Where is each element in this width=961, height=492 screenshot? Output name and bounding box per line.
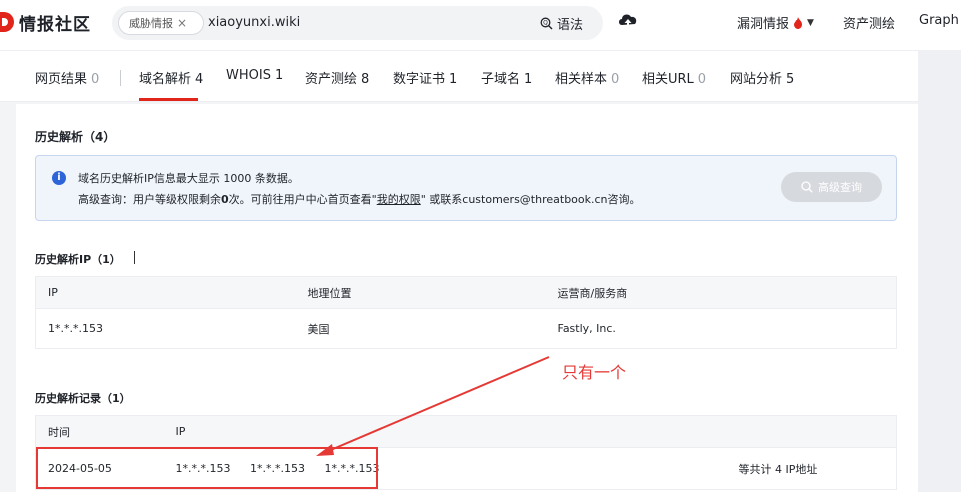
search-scope-label: 威胁情报 [129,17,173,30]
logo-icon [0,12,14,32]
notice-line-1: 域名历史解析IP信息最大显示 1000 条数据。 [78,172,299,185]
cell-total[interactable]: 等共计 4 IP地址 [726,447,897,490]
search-input[interactable]: xiaoyunxi.wiki [208,15,300,30]
col-total [726,415,897,448]
section-title: 历史解析（4） [35,130,116,144]
tab-site-analysis[interactable]: 网站分析 5 [730,68,794,87]
nav-graph[interactable]: Graph [919,13,959,28]
table-header-row: IP 地理位置 运营商/服务商 [35,276,897,309]
search-icon [801,181,813,193]
search-bar[interactable]: 威胁情报 × xiaoyunxi.wiki Q 语法 [112,6,603,40]
logo[interactable]: 情报社区 [0,10,91,35]
right-gutter [918,50,961,492]
tab-label: WHOIS [226,68,271,83]
tab-label: 资产测绘 [305,72,358,87]
notice-text: 高级查询：用户等级权限剩余 [78,193,221,206]
history-ip-table: IP 地理位置 运营商/服务商 1*.*.*.153 美国 Fastly, In… [35,276,897,349]
notice-line-2: 高级查询：用户等级权限剩余0次。可前往用户中心首页查看"我的权限" 或联系cus… [78,191,641,207]
tab-count: 0 [697,72,707,87]
chevron-down-icon: ▼ [807,17,814,28]
col-time: 时间 [35,415,164,448]
text-cursor [134,251,135,264]
syntax-button[interactable]: Q 语法 [540,14,583,33]
search-syntax-icon: Q [540,17,553,30]
cloud-upload-icon[interactable] [617,11,639,31]
tab-label: 数字证书 [393,72,446,87]
info-icon: i [52,171,66,185]
dns-history-panel: 历史解析（4） i 域名历史解析IP信息最大显示 1000 条数据。 高级查询：… [16,104,918,492]
col-location: 地理位置 [295,276,546,309]
tab-count: 4 [195,72,204,87]
close-icon[interactable]: × [177,16,187,30]
ip-table-title: 历史解析IP（1） [35,253,121,266]
tab-label: 网站分析 [730,72,783,87]
tab-subdomains[interactable]: 子域名 1 [481,68,532,87]
tab-count: 8 [361,72,370,87]
col-provider: 运营商/服务商 [545,276,897,309]
logo-text: 情报社区 [19,14,91,35]
tab-count: 0 [91,72,100,87]
info-notice: i 域名历史解析IP信息最大显示 1000 条数据。 高级查询：用户等级权限剩余… [35,155,897,221]
tab-count: 0 [611,72,620,87]
tab-related-urls[interactable]: 相关URL 0 [642,68,706,87]
my-permissions-link[interactable]: 我的权限 [377,193,421,206]
cell-ip[interactable]: 1*.*.*.153 [35,308,296,349]
table-row: 1*.*.*.153 美国 Fastly, Inc. [35,308,897,349]
tab-label: 相关样本 [555,72,608,87]
tab-dns-resolution[interactable]: 域名解析 4 [139,68,203,87]
tab-divider [120,70,121,86]
nav-vuln-label: 漏洞情报 [737,17,790,32]
tab-count: 1 [449,72,458,87]
nav-vuln-intel[interactable]: 漏洞情报 ▼ [737,13,814,32]
tab-related-samples[interactable]: 相关样本 0 [555,68,619,87]
tab-label: 相关URL [642,72,694,87]
svg-text:Q: Q [543,20,548,27]
cell-provider: Fastly, Inc. [545,308,897,349]
tab-label: 网页结果 [35,72,88,87]
flame-icon [794,16,803,29]
tab-count: 1 [524,72,533,87]
advanced-query-button[interactable]: 高级查询 [781,172,882,202]
col-ip: IP [163,415,727,448]
top-bar: 情报社区 威胁情报 × xiaoyunxi.wiki Q 语法 漏洞情报 ▼ 资… [0,0,961,50]
tab-label: 子域名 [481,72,521,87]
highlight-box [36,447,378,489]
advanced-query-label: 高级查询 [818,181,862,194]
tab-count: 5 [786,72,795,87]
active-tab-indicator [139,98,198,101]
syntax-label: 语法 [557,18,584,33]
col-ip: IP [35,276,296,309]
cell-location: 美国 [295,308,546,349]
search-scope-chip[interactable]: 威胁情报 × [118,11,204,35]
tab-certificates[interactable]: 数字证书 1 [393,68,457,87]
notice-text: " 或联系customers@threatbook.cn咨询。 [420,193,641,206]
notice-text: 次。可前往用户中心首页查看" [228,193,377,206]
tab-label: 域名解析 [139,72,192,87]
nav-asset-mapping[interactable]: 资产测绘 [843,13,895,32]
result-tabs: 网页结果 0 域名解析 4 WHOIS 1 资产测绘 8 数字证书 1 子域名 1 相关样本… [0,50,918,102]
tab-whois[interactable]: WHOIS 1 [226,68,283,83]
annotation-text: 只有一个 [562,363,627,382]
table-header-row: 时间 IP [35,415,897,448]
tab-count: 1 [274,68,284,83]
remaining-count: 0 [221,193,229,206]
record-table-title: 历史解析记录（1） [35,392,131,405]
tab-web-results[interactable]: 网页结果 0 [35,68,99,87]
tab-asset-mapping[interactable]: 资产测绘 8 [305,68,369,87]
